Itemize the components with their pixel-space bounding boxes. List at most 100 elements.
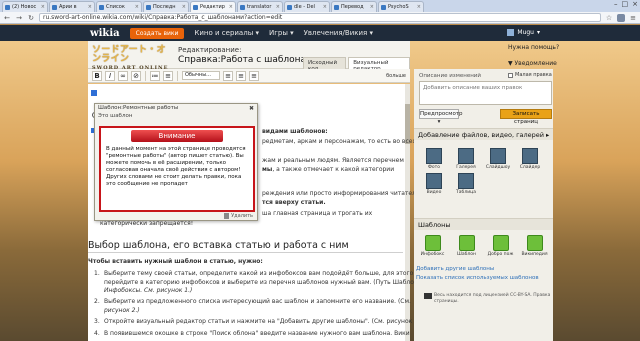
bold-button[interactable]: B [92, 70, 102, 81]
site-logo[interactable]: ソードアート・オンライン SWORD ART ONLINE [92, 45, 170, 72]
url-field[interactable]: ru.sword-art-online.wikia.com/wiki/Справ… [39, 13, 601, 22]
bulleted-list-button[interactable]: ≔ [150, 70, 160, 81]
tab-close-icon[interactable]: × [417, 4, 421, 10]
close-icon[interactable]: ✖ [249, 105, 254, 112]
slideshow-icon [490, 148, 506, 164]
template-generic[interactable]: Шаблон [452, 235, 481, 257]
wikia-logo[interactable]: wikia [90, 28, 120, 39]
close-window-icon[interactable]: × [632, 0, 638, 8]
video-icon [426, 173, 442, 189]
media-slider[interactable]: Слайдер [516, 148, 544, 170]
add-other-templates-link[interactable]: Добавить другие шаблоны [416, 266, 494, 272]
browser-tab[interactable]: (2) Новос × [2, 1, 48, 12]
body-fragment: ша главная страница и трогать их [262, 210, 373, 217]
help-link[interactable]: Нужна помощь? [508, 44, 559, 52]
tab-label: Редактир [200, 4, 225, 10]
list-item: перейдите в категорию инфобоксов и выбер… [104, 279, 430, 286]
tab-favicon-icon [334, 4, 339, 10]
template-welcome[interactable]: Добро пож [486, 235, 515, 257]
browser-tab-active[interactable]: Редактир × [190, 1, 236, 12]
heading-divider [88, 252, 403, 253]
tab-close-icon[interactable]: × [182, 4, 186, 10]
media-gallery[interactable]: Галерея [452, 148, 480, 170]
template-label: Википедия [521, 252, 548, 257]
tab-label: Перевод [341, 4, 364, 10]
summary-input[interactable]: Добавить описание ваших правок [419, 81, 552, 105]
tab-close-icon[interactable]: × [41, 4, 45, 10]
cc-license-icon [424, 293, 432, 299]
tab-close-icon[interactable]: × [323, 4, 327, 10]
back-icon[interactable]: ← [3, 14, 11, 22]
reload-icon[interactable]: ↻ [27, 14, 35, 22]
nav-games[interactable]: Игры ▾ [269, 29, 294, 37]
browser-tab[interactable]: Арии в × [49, 1, 95, 12]
slider-icon [522, 148, 538, 164]
tab-favicon-icon [52, 4, 57, 10]
minimize-icon[interactable]: – [614, 0, 618, 8]
maximize-icon[interactable]: □ [622, 0, 629, 8]
align-left-button[interactable]: ≡ [223, 70, 233, 81]
list-item: рисунок 2.) [104, 307, 140, 314]
link-button[interactable]: ∞ [118, 70, 128, 81]
template-infobox[interactable]: Инфобокс [418, 235, 447, 257]
user-menu[interactable]: Mugu ▾ [507, 29, 540, 36]
browser-tab[interactable]: Перевод × [331, 1, 377, 12]
edit-label: Редактирование: [178, 46, 242, 54]
browser-tab[interactable]: dle - Del × [284, 1, 330, 12]
templates-header[interactable]: Шаблоны [414, 218, 553, 230]
list-number: 4. [94, 330, 100, 337]
browser-tab[interactable]: translator × [237, 1, 283, 12]
toolbar-divider [145, 70, 146, 81]
media-grid: Фото Галерея Слайдшоу Слайдер Видео Табл… [420, 148, 548, 195]
site-logo-text: ソードアート・オンライン [92, 45, 166, 64]
list-item: Откройте визуальный редактор статьи и на… [104, 318, 423, 325]
align-center-button[interactable]: ≡ [236, 70, 246, 81]
media-video[interactable]: Видео [420, 173, 448, 195]
browser-tab[interactable]: Последн × [143, 1, 189, 12]
create-wiki-button[interactable]: Создать вики [129, 27, 185, 39]
notifications-link[interactable]: ▼ Уведомление [508, 60, 557, 67]
preview-button[interactable]: Предпросмотр ▾ [419, 109, 463, 125]
license-text: Весь находится под лицензией CC-BY-SA. П… [434, 293, 551, 304]
menu-icon[interactable]: ≡ [629, 14, 637, 22]
browser-tab[interactable]: Список × [96, 1, 142, 12]
body-fragment: мы [262, 166, 273, 173]
template-label: Инфобокс [420, 252, 445, 257]
save-button[interactable]: Записать страниц [500, 109, 552, 125]
media-slideshow[interactable]: Слайдшоу [484, 148, 512, 170]
tab-close-icon[interactable]: × [229, 4, 233, 10]
delete-template-button[interactable]: Удалить [224, 213, 253, 219]
template-wikipedia[interactable]: Википедия [520, 235, 549, 257]
gallery-icon [458, 148, 474, 164]
nav-hobbies[interactable]: Увлечения/Викия ▾ [304, 29, 373, 37]
unlink-button[interactable]: ⊘ [131, 70, 141, 81]
checkbox-icon[interactable] [508, 72, 513, 78]
tab-close-icon[interactable]: × [88, 4, 92, 10]
more-button[interactable]: больше [386, 73, 406, 79]
media-photo[interactable]: Фото [420, 148, 448, 170]
show-used-templates-link[interactable]: Показать список используемых шаблонов [416, 275, 539, 281]
bookmark-star-icon[interactable]: ☆ [605, 14, 613, 22]
numbered-list-button[interactable]: ≡ [163, 70, 173, 81]
media-table[interactable]: Таблица [452, 173, 480, 195]
tab-close-icon[interactable]: × [135, 4, 139, 10]
align-right-button[interactable]: ≡ [249, 70, 259, 81]
forward-icon[interactable]: → [15, 14, 23, 22]
browser-tab[interactable]: PsychoS × [378, 1, 424, 12]
nav-movies[interactable]: Кино и сериалы ▾ [194, 29, 259, 37]
template-label: Добро пож [487, 252, 514, 257]
list-item: В появившемся окошке в строке "Поиск обл… [104, 330, 410, 337]
tab-favicon-icon [193, 4, 198, 10]
edit-header: ソードアート・オンライン SWORD ART ONLINE Редактиров… [88, 41, 410, 74]
username: Mugu [517, 29, 534, 36]
tab-favicon-icon [146, 4, 151, 10]
template-preview[interactable]: Внимание В данный момент на этой страниц… [99, 126, 255, 212]
format-select[interactable]: Обычны... [182, 71, 220, 80]
extension-icon[interactable] [617, 13, 625, 22]
minor-edit-checkbox[interactable]: Малая правка [508, 72, 552, 78]
placeholder-marker-icon[interactable] [91, 90, 97, 96]
tab-close-icon[interactable]: × [276, 4, 280, 10]
add-media-header[interactable]: Добавление файлов, видео, галерей ▸ [414, 128, 553, 140]
tab-close-icon[interactable]: × [370, 4, 374, 10]
italic-button[interactable]: I [105, 70, 115, 81]
